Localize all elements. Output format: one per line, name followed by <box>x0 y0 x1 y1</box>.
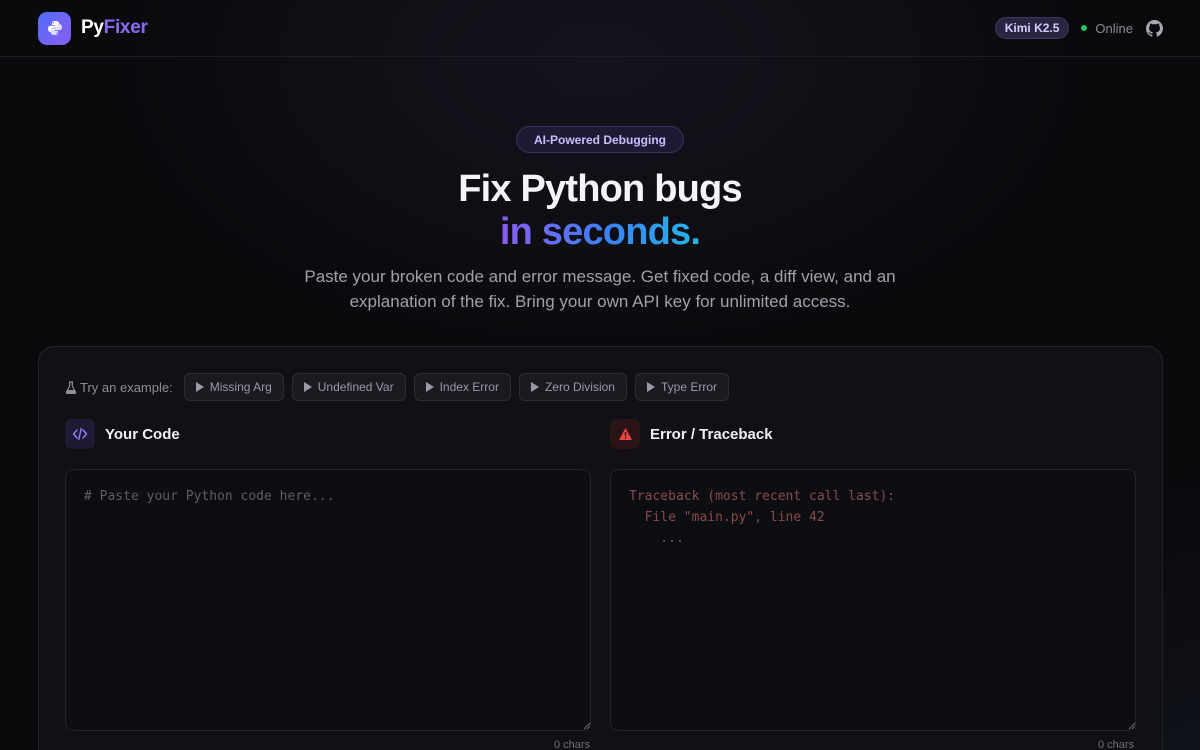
example-label: Undefined Var <box>317 380 394 394</box>
brand[interactable]: PyFixer <box>38 11 148 45</box>
flask-icon <box>65 380 77 394</box>
play-icon <box>530 382 539 392</box>
play-icon <box>303 382 312 392</box>
hero-title-highlight: in seconds. <box>0 211 1200 254</box>
hero-title-gradient: in seconds. <box>499 211 701 253</box>
brand-suffix: Fixer <box>103 17 148 38</box>
ai-badge: AI-Powered Debugging <box>516 126 684 153</box>
status-dot-icon <box>1081 25 1088 31</box>
python-icon <box>38 11 71 45</box>
examples-label: Try an example: <box>65 380 173 395</box>
example-button-zero-division[interactable]: Zero Division <box>518 373 627 401</box>
code-char-count: 0 chars <box>554 739 591 750</box>
code-input[interactable]: # Paste your Python code here... <box>65 469 591 731</box>
code-panel-header: Your Code <box>65 419 180 449</box>
play-icon <box>646 382 655 392</box>
error-panel-header: Error / Traceback <box>610 419 773 449</box>
github-icon[interactable] <box>1145 19 1163 37</box>
play-icon <box>195 382 204 392</box>
error-input[interactable]: Traceback (most recent call last): File … <box>610 469 1136 731</box>
model-badge[interactable]: Kimi K2.5 <box>994 17 1070 39</box>
hero-subtitle: Paste your broken code and error message… <box>304 267 896 311</box>
example-button-index-error[interactable]: Index Error <box>413 373 511 401</box>
code-icon <box>65 419 95 449</box>
code-resize-handle-icon[interactable] <box>583 722 591 730</box>
debug-card: Try an example: Missing Arg Undefined Va… <box>38 346 1163 750</box>
example-label: Missing Arg <box>209 380 272 394</box>
example-label: Index Error <box>439 380 499 394</box>
error-resize-handle-icon[interactable] <box>1128 722 1136 730</box>
hero-title: Fix Python bugs <box>458 168 742 210</box>
top-bar: PyFixer Kimi K2.5 Online <box>0 0 1200 57</box>
example-label: Type Error <box>660 380 717 394</box>
examples-bar: Try an example: Missing Arg Undefined Va… <box>65 373 729 401</box>
error-char-count: 0 chars <box>1098 739 1135 750</box>
status-label: Online <box>1095 20 1133 36</box>
example-button-undefined-var[interactable]: Undefined Var <box>291 373 406 401</box>
example-button-type-error[interactable]: Type Error <box>634 373 729 401</box>
status-indicator: Online <box>1081 21 1133 36</box>
example-label: Zero Division <box>544 380 615 394</box>
warning-icon <box>610 419 640 449</box>
code-panel-title: Your Code <box>105 425 180 443</box>
example-button-missing-arg[interactable]: Missing Arg <box>183 373 284 401</box>
brand-name: PyFixer <box>81 17 148 39</box>
error-panel-title: Error / Traceback <box>650 425 773 443</box>
brand-prefix: Py <box>81 17 104 38</box>
examples-label-text: Try an example: <box>80 379 173 395</box>
play-icon <box>425 382 434 392</box>
